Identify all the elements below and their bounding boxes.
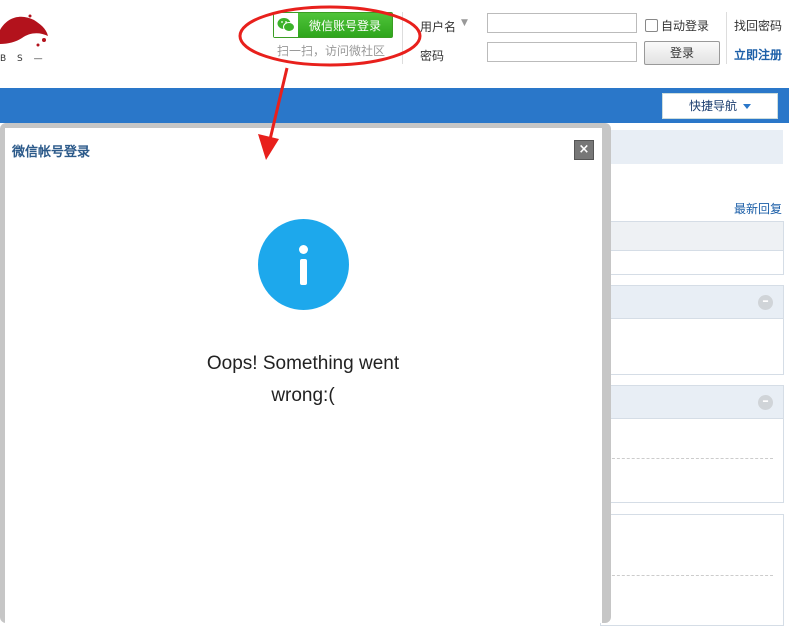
wechat-scan-hint: 扫一扫，访问微社区 [277, 44, 386, 58]
forgot-password-link[interactable]: 找回密码 [734, 17, 782, 34]
info-icon [258, 219, 349, 310]
logo-text: B S — [0, 54, 47, 64]
quick-nav-button[interactable]: 快捷导航 [662, 93, 778, 119]
auto-login-checkbox[interactable] [645, 19, 658, 32]
wechat-icon [274, 13, 298, 37]
password-label: 密码 [420, 49, 445, 63]
error-message-line: Oops! Something went [206, 353, 400, 374]
collapse-icon[interactable]: – [758, 395, 773, 410]
error-message: Oops! Something went wrong:( [153, 348, 453, 412]
username-dropdown-icon[interactable]: ▼ [461, 18, 468, 28]
error-message-line: wrong:( [271, 385, 335, 406]
content-header-strip [605, 130, 783, 164]
logo-icon[interactable] [0, 10, 50, 50]
close-icon[interactable]: × [574, 140, 594, 160]
wechat-login-button[interactable]: 微信账号登录 [273, 12, 393, 38]
dialog-title: 微信帐号登录 [12, 145, 91, 160]
username-label: 用户名 [420, 20, 457, 34]
password-input[interactable] [487, 42, 637, 62]
chevron-down-icon [743, 104, 751, 109]
latest-reply-link[interactable]: 最新回复 [734, 200, 782, 217]
auto-login-label[interactable]: 自动登录 [661, 17, 709, 34]
quick-nav-label: 快捷导航 [688, 99, 737, 113]
divider [726, 12, 727, 64]
collapse-icon[interactable]: – [758, 295, 773, 310]
forum-section [600, 514, 784, 626]
username-input[interactable] [487, 13, 637, 33]
wechat-login-label: 微信账号登录 [308, 18, 381, 33]
forum-section: – [600, 385, 784, 503]
content-panel [600, 221, 784, 275]
forum-section: – [600, 285, 784, 375]
login-button[interactable]: 登录 [644, 41, 720, 65]
divider [402, 12, 403, 64]
register-link[interactable]: 立即注册 [734, 46, 782, 63]
